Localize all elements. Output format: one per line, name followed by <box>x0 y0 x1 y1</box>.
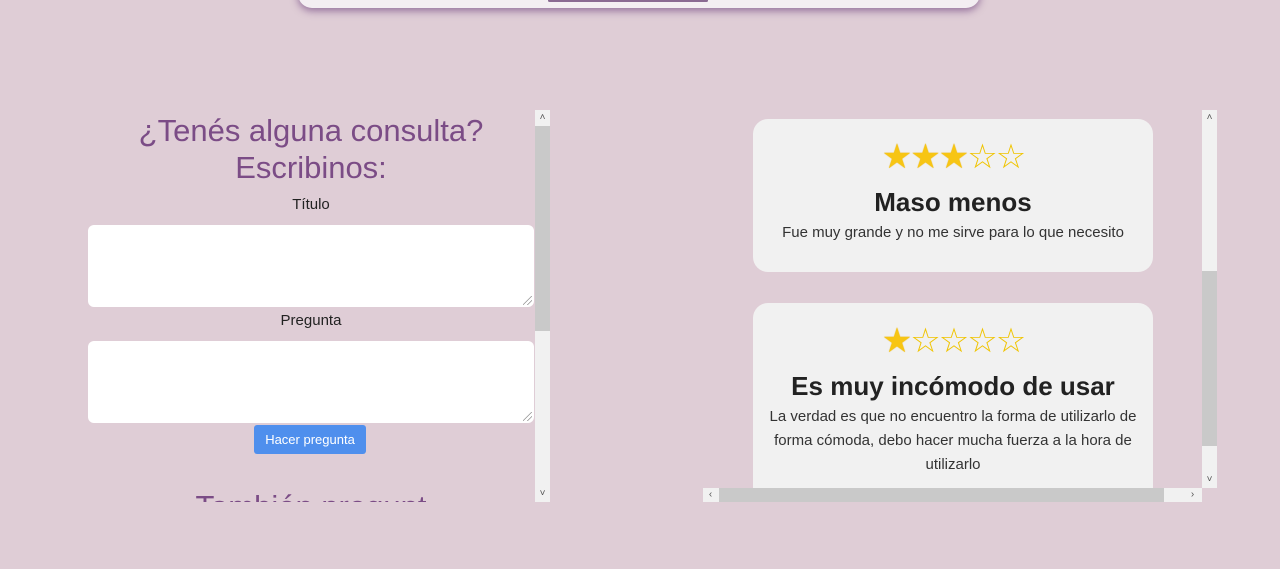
top-card-indicator <box>548 0 708 2</box>
scroll-up-icon[interactable]: ˄ <box>1202 111 1217 125</box>
star-empty-icon: ☆ <box>995 138 1027 176</box>
resize-grip-icon[interactable] <box>523 412 532 421</box>
question-textarea[interactable] <box>88 341 534 423</box>
review-card: ★★★☆☆ Maso menos Fue muy grande y no me … <box>753 119 1153 272</box>
submit-question-button[interactable]: Hacer pregunta <box>254 425 366 454</box>
scroll-down-icon[interactable]: ˅ <box>1202 473 1217 487</box>
review-text: La verdad es que no encuentro la forma d… <box>769 408 1137 473</box>
scroll-right-icon[interactable]: › <box>1185 488 1200 502</box>
star-full-icon: ★ <box>910 138 941 176</box>
review-card: ★☆☆☆☆ Es muy incómodo de usar La verdad … <box>753 303 1153 502</box>
title-textarea[interactable] <box>88 225 534 307</box>
review-title: Es muy incómodo de usar <box>791 371 1115 401</box>
scrollbar-thumb[interactable] <box>535 126 550 331</box>
contact-scrollbar[interactable]: ˄ ˅ <box>535 110 550 502</box>
top-card <box>298 0 980 8</box>
resize-grip-icon[interactable] <box>523 296 532 305</box>
reviews-panel[interactable]: ★★★☆☆ Maso menos Fue muy grande y no me … <box>703 110 1217 502</box>
scrollbar-thumb[interactable] <box>719 488 1164 502</box>
contact-panel[interactable]: ¿Tenés alguna consulta? Escribinos: Títu… <box>88 110 550 502</box>
star-empty-icon: ☆ <box>910 322 941 360</box>
star-full-icon: ★ <box>938 138 970 176</box>
star-empty-icon: ☆ <box>938 322 970 360</box>
scroll-down-icon[interactable]: ˅ <box>535 487 550 501</box>
contact-title: ¿Tenés alguna consulta? Escribinos: <box>138 113 484 185</box>
star-full-icon: ★ <box>881 138 913 176</box>
next-section-title: También pregunt <box>88 488 534 502</box>
reviews-horizontal-scrollbar[interactable]: ‹ › <box>703 488 1202 502</box>
scroll-left-icon[interactable]: ‹ <box>703 488 718 502</box>
question-label: Pregunta <box>280 312 342 329</box>
review-text: Fue muy grande y no me sirve para lo que… <box>782 224 1124 241</box>
star-full-icon: ★ <box>881 322 913 360</box>
star-empty-icon: ☆ <box>967 138 998 176</box>
review-title: Maso menos <box>874 187 1032 217</box>
scrollbar-thumb[interactable] <box>1202 271 1217 446</box>
star-rating: ★★★☆☆ <box>761 137 1145 177</box>
star-empty-icon: ☆ <box>967 322 998 360</box>
star-rating: ★☆☆☆☆ <box>761 321 1145 361</box>
title-label: Título <box>292 196 330 213</box>
reviews-vertical-scrollbar[interactable]: ˄ ˅ <box>1202 110 1217 488</box>
star-empty-icon: ☆ <box>995 322 1027 360</box>
scroll-up-icon[interactable]: ˄ <box>535 111 550 125</box>
